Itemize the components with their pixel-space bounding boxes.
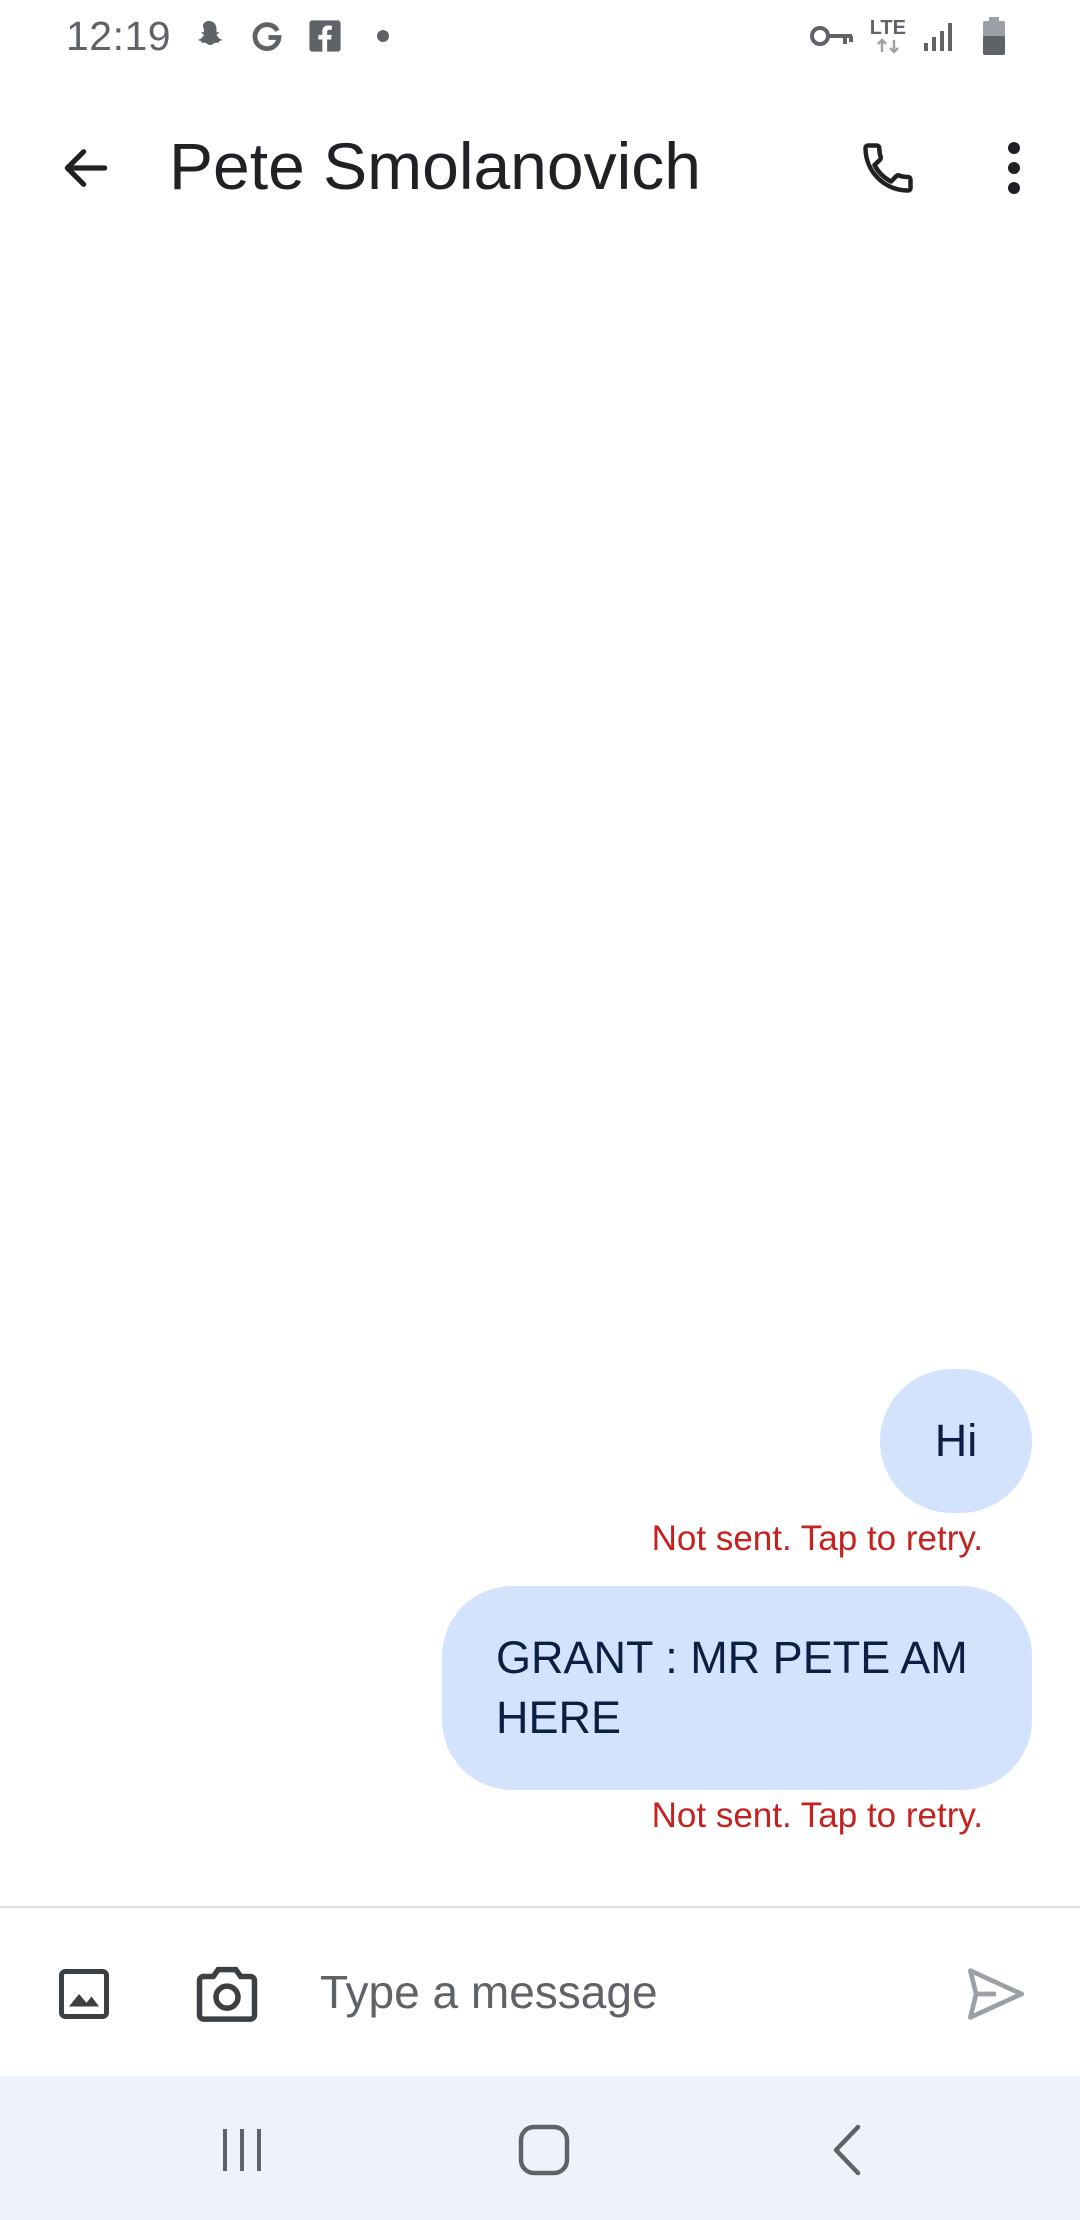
status-left: 12:19 (66, 13, 403, 60)
call-button[interactable] (852, 132, 924, 204)
gallery-button[interactable] (52, 1962, 116, 2026)
facebook-icon (305, 16, 345, 56)
camera-button[interactable] (192, 1960, 262, 2026)
send-button[interactable] (962, 1960, 1030, 2028)
battery-icon (974, 16, 1014, 56)
messages-screen: 12:19 LTE Pete Smolanovich Hi Not sent. … (0, 0, 1080, 2220)
contact-name[interactable]: Pete Smolanovich (169, 128, 701, 204)
status-right: LTE (808, 16, 1014, 56)
vpn-key-icon (808, 16, 856, 56)
lte-icon: LTE (870, 18, 906, 54)
compose-bar (0, 1908, 1080, 2074)
snapchat-icon (189, 16, 229, 56)
conversation: Hi Not sent. Tap to retry. GRANT : MR PE… (0, 236, 1080, 1906)
message-text: GRANT : MR PETE AM HERE (496, 1632, 968, 1743)
home-button[interactable] (504, 2116, 584, 2184)
send-icon (967, 1968, 1024, 2020)
arrow-left-icon (64, 149, 108, 187)
message-bubble[interactable]: GRANT : MR PETE AM HERE (442, 1586, 1032, 1790)
image-icon (59, 1969, 109, 2019)
system-back-button[interactable] (808, 2116, 888, 2184)
camera-icon (196, 1966, 258, 2022)
dot-icon (363, 16, 403, 56)
lte-label: LTE (869, 17, 906, 39)
more-options-button[interactable] (984, 132, 1044, 204)
message-input[interactable] (320, 1950, 920, 2034)
phone-icon (863, 143, 913, 193)
message-bubble[interactable]: Hi (880, 1369, 1032, 1513)
status-bar: 12:19 LTE (0, 0, 1080, 72)
message-text: Hi (934, 1415, 978, 1466)
back-button[interactable] (52, 134, 120, 202)
recents-button[interactable] (202, 2116, 282, 2184)
status-time: 12:19 (66, 12, 172, 59)
google-icon (247, 16, 287, 56)
signal-icon (920, 16, 960, 56)
recents-icon (223, 2129, 261, 2171)
message-status[interactable]: Not sent. Tap to retry. (652, 1519, 983, 1559)
home-icon (518, 2124, 570, 2176)
more-vert-icon (1008, 142, 1020, 194)
message-status[interactable]: Not sent. Tap to retry. (652, 1796, 983, 1836)
back-icon (833, 2124, 861, 2176)
navigation-bar (0, 2076, 1080, 2220)
app-bar: Pete Smolanovich (0, 100, 1080, 236)
